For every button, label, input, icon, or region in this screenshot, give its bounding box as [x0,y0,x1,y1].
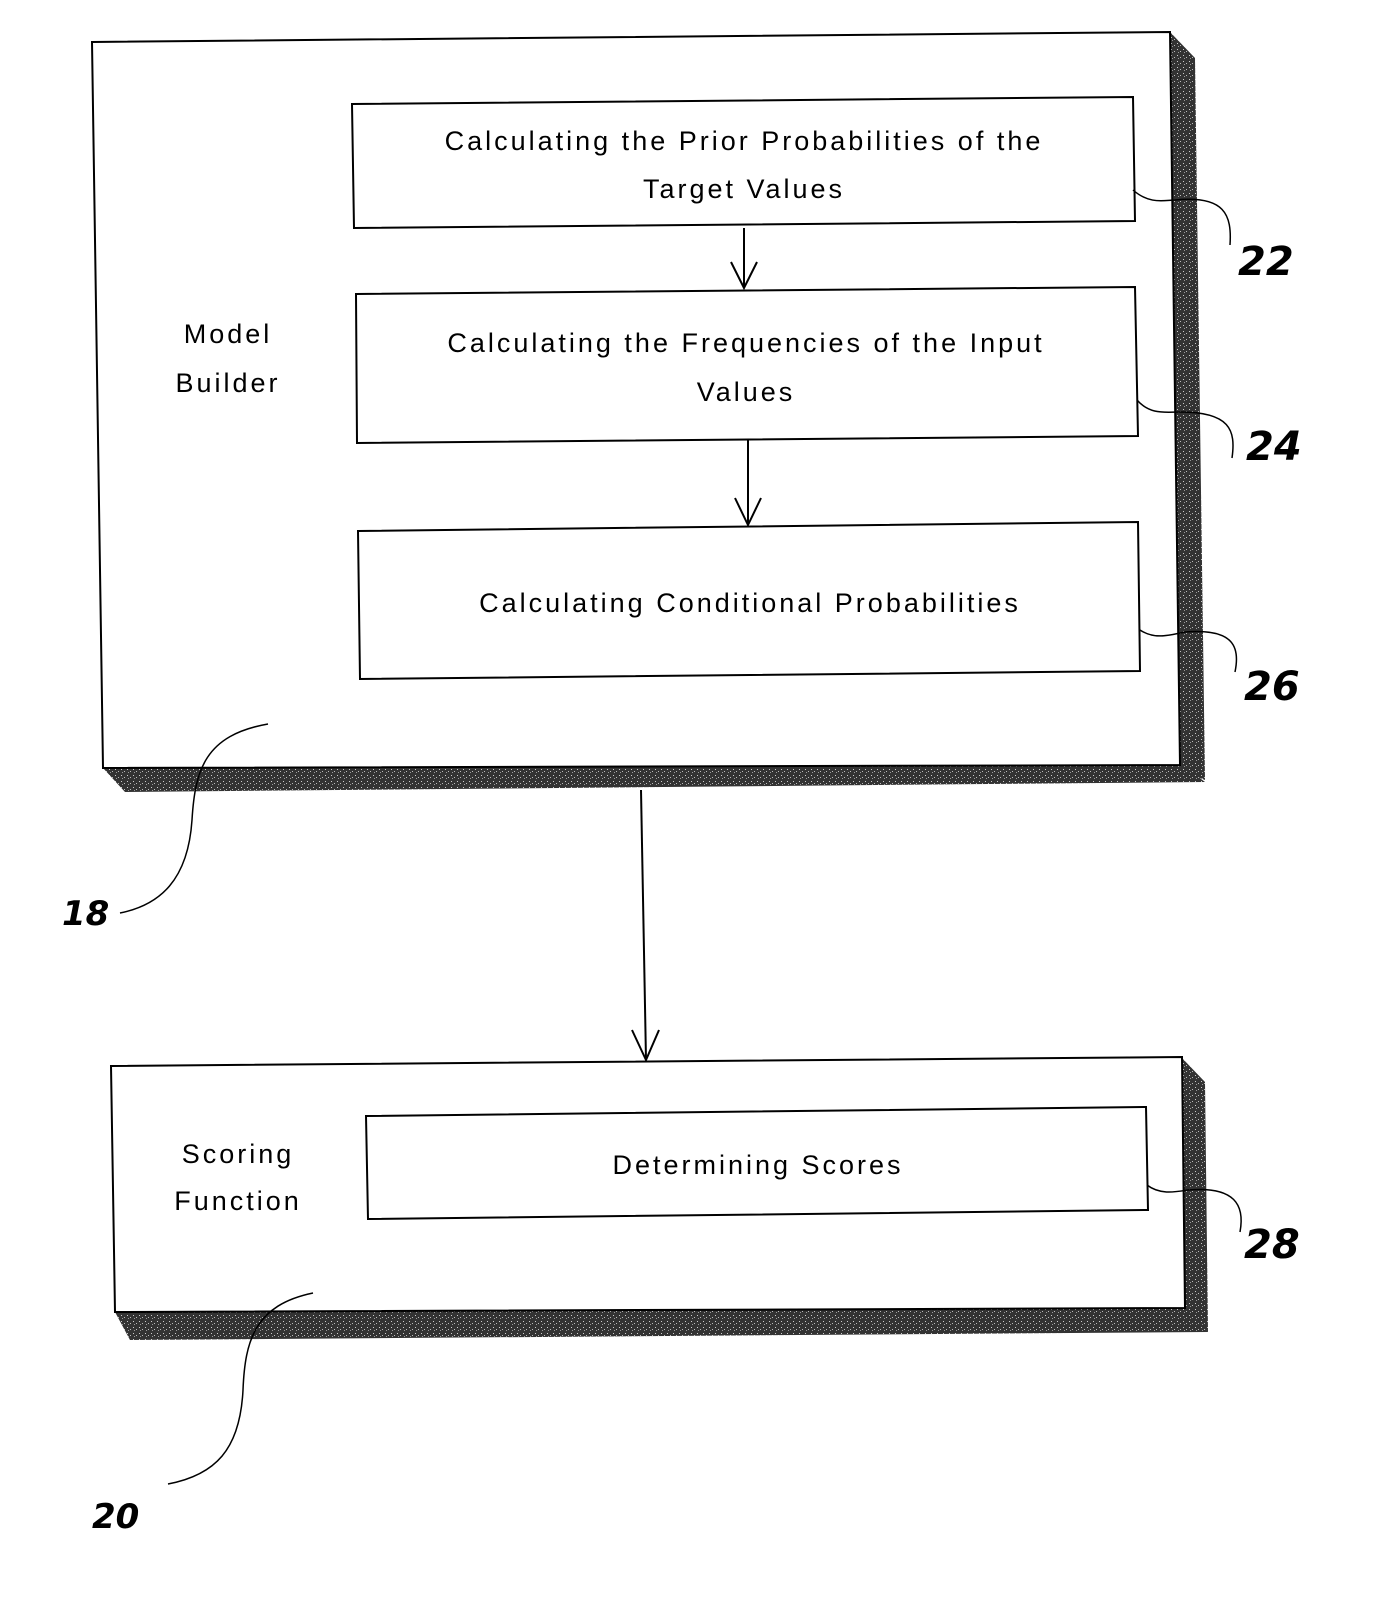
step-26-text-line1: Calculating Conditional Probabilities [479,588,1021,618]
scoring-label-line1: Scoring [182,1139,295,1169]
step-22-text-line1: Calculating the Prior Probabilities of t… [445,126,1044,156]
step-24-text-line1: Calculating the Frequencies of the Input [447,328,1044,358]
step-22-text-line2: Target Values [643,174,845,204]
ref-label-28: 28 [1244,1222,1300,1268]
ref-label-22: 22 [1238,239,1294,285]
scoring-label-line2: Function [174,1186,302,1216]
step-24-text-line2: Values [697,377,796,407]
ref-label-26: 26 [1244,664,1300,710]
arrow-model-builder-to-scoring [631,789,660,1063]
model-builder-label-line2: Builder [175,368,280,398]
step-box-prior-probabilities: Calculating the Prior Probabilities of t… [350,95,1137,230]
scoring-shadow-right [1182,1058,1208,1332]
step-box-conditional-probabilities: Calculating Conditional Probabilities [356,520,1142,681]
model-builder-label-line1: Model [184,319,273,349]
ref-label-24: 24 [1246,424,1302,470]
step-28-text-line1: Determining Scores [612,1150,903,1180]
scoring-function-block: Scoring Function Determining Scores [109,1055,1208,1340]
step-box-input-frequencies: Calculating the Frequencies of the Input… [354,285,1140,445]
step-box-determining-scores: Determining Scores [364,1105,1150,1221]
ref-label-20: 20 [92,1497,139,1537]
model-builder-block: Model Builder Calculating the Prior Prob… [90,30,1205,792]
flow-diagram: Model Builder Calculating the Prior Prob… [62,30,1302,1537]
ref-label-18: 18 [62,894,109,934]
